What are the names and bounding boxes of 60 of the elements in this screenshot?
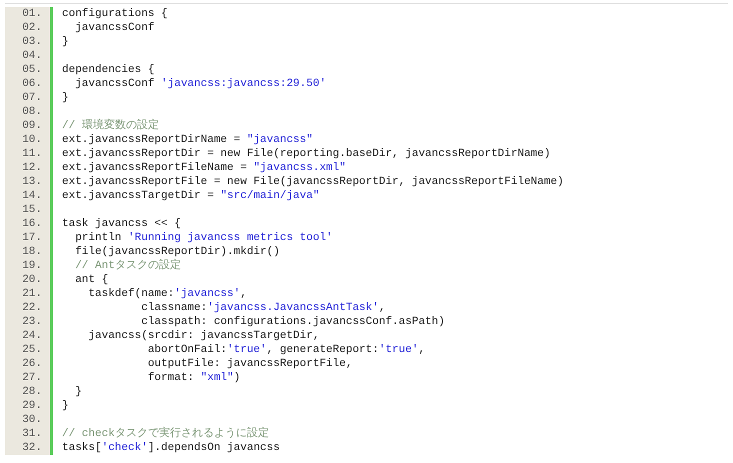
line-number: 06. — [22, 77, 43, 91]
line-number: 04. — [22, 49, 43, 63]
line-number: 16. — [22, 217, 43, 231]
line-number: 05. — [22, 63, 43, 77]
code-line: ext.javancssReportDir = new File(reporting.baseDir, javancssReportDirName) — [62, 148, 550, 160]
code-line: format: "xml") — [146, 372, 240, 384]
line-number: 31. — [22, 427, 43, 441]
code-line: javancss(srcdir: javancssTargetDir, — [87, 330, 320, 342]
code-line: ext.javancssTargetDir = "src/main/java" — [62, 190, 320, 202]
code-line: classpath: configurations.javancssConf.asPath) — [140, 316, 445, 328]
code-line: javancssConf 'javancss:javancss:29.50' — [74, 78, 326, 90]
line-number: 30. — [22, 413, 43, 427]
code-line: file(javancssReportDir).mkdir() — [74, 246, 280, 258]
code-line: ext.javancssReportFileName = "javancss.xml" — [62, 162, 346, 174]
line-number: 08. — [22, 105, 43, 119]
code-line: configurations { — [62, 8, 168, 20]
code-line: task javancss << { — [62, 218, 181, 230]
line-number: 32. — [22, 441, 43, 455]
code-line: } — [62, 36, 69, 48]
line-number: 03. — [22, 35, 43, 49]
code-line: classname:'javancss.JavancssAntTask', — [140, 302, 386, 314]
line-number: 18. — [22, 245, 43, 259]
code-line: ext.javancssReportDirName = "javancss" — [62, 134, 313, 146]
line-number: 07. — [22, 91, 43, 105]
code-line: } — [62, 400, 69, 412]
code-line: dependencies { — [62, 64, 154, 76]
code-line: // Antタスクの設定 — [74, 260, 181, 272]
line-number: 11. — [22, 147, 43, 161]
line-number: 10. — [22, 133, 43, 147]
code-line: javancssConf — [74, 22, 154, 34]
code-line: } — [62, 92, 69, 104]
line-number: 20. — [22, 273, 43, 287]
line-number: 12. — [22, 161, 43, 175]
line-number: 02. — [22, 21, 43, 35]
code-line: tasks['check'].dependsOn javancss — [62, 442, 280, 454]
line-number: 24. — [22, 329, 43, 343]
code-line: ext.javancssReportFile = new File(javancssReportDir, javancssReportFileName) — [62, 176, 564, 188]
line-number: 19. — [22, 259, 43, 273]
line-number: 22. — [22, 301, 43, 315]
line-number: 28. — [22, 385, 43, 399]
code-line: // 環境変数の設定 — [62, 120, 159, 132]
line-number: 21. — [22, 287, 43, 301]
line-number: 27. — [22, 371, 43, 385]
code-line: // checkタスクで実行されるように設定 — [62, 428, 269, 440]
line-number: 13. — [22, 175, 43, 189]
code-line: taskdef(name:'javancss', — [87, 288, 247, 300]
line-number: 09. — [22, 119, 43, 133]
line-number: 26. — [22, 357, 43, 371]
line-number: 14. — [22, 189, 43, 203]
line-number: 17. — [22, 231, 43, 245]
code-line: abortOnFail:'true', generateReport:'true', — [146, 344, 426, 356]
code-line: ant { — [74, 274, 108, 286]
line-number: 29. — [22, 399, 43, 413]
code-line: outputFile: javancssReportFile, — [146, 358, 352, 370]
line-number: 01. — [22, 7, 43, 21]
code-line: } — [74, 386, 82, 398]
line-number: 23. — [22, 315, 43, 329]
line-number: 15. — [22, 203, 43, 217]
code-line: println 'Running javancss metrics tool' — [74, 232, 333, 244]
line-number: 25. — [22, 343, 43, 357]
